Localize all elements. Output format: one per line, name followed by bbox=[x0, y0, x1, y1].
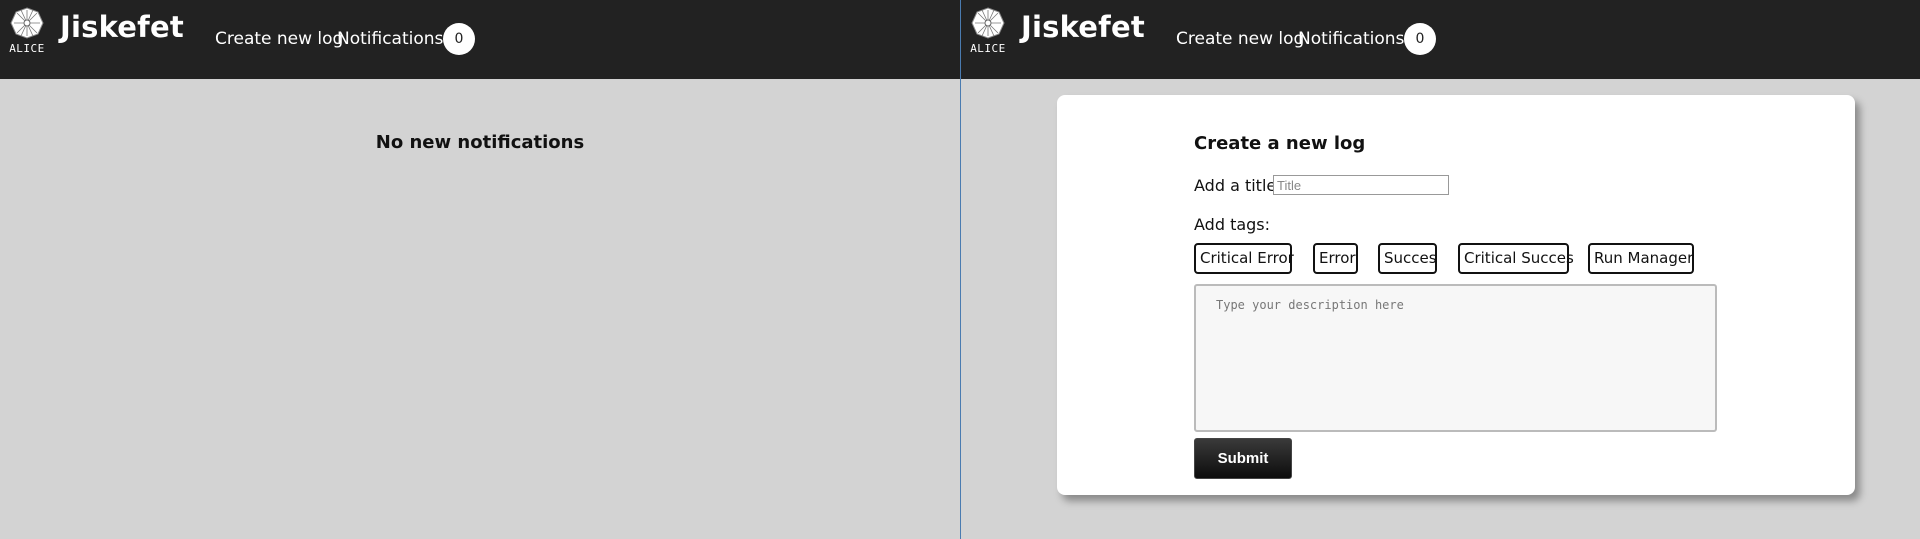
brand-title[interactable]: Jiskefet bbox=[60, 10, 184, 44]
nav-notifications[interactable]: Notifications bbox=[337, 29, 443, 49]
notification-count-badge[interactable]: 0 bbox=[1404, 23, 1436, 55]
tag-error[interactable]: Error bbox=[1313, 243, 1358, 274]
alice-logo-icon bbox=[971, 7, 1005, 39]
tag-critical-succes[interactable]: Critical Succes bbox=[1458, 243, 1574, 274]
description-textarea[interactable] bbox=[1194, 284, 1717, 432]
alice-logo[interactable]: ALICE bbox=[8, 6, 46, 56]
nav-notifications[interactable]: Notifications bbox=[1298, 29, 1404, 49]
tag-succes[interactable]: Succes bbox=[1378, 243, 1437, 274]
navbar: ALICE Jiskefet Create new log Notificati… bbox=[0, 0, 960, 79]
brand-title[interactable]: Jiskefet bbox=[1021, 10, 1145, 44]
alice-logo-icon bbox=[10, 7, 44, 39]
form-heading: Create a new log bbox=[1194, 133, 1366, 154]
create-log-pane: ALICE Jiskefet Create new log Notificati… bbox=[961, 0, 1920, 539]
nav-create-new-log[interactable]: Create new log bbox=[215, 29, 343, 49]
logo-text: ALICE bbox=[970, 42, 1006, 55]
notification-count-badge[interactable]: 0 bbox=[443, 23, 475, 55]
no-notifications-message: No new notifications bbox=[375, 132, 585, 153]
navbar: ALICE Jiskefet Create new log Notificati… bbox=[961, 0, 1920, 79]
title-input[interactable] bbox=[1273, 175, 1449, 195]
submit-button[interactable]: Submit bbox=[1194, 438, 1292, 479]
alice-logo[interactable]: ALICE bbox=[969, 6, 1007, 56]
logo-text: ALICE bbox=[9, 42, 45, 55]
title-label: Add a title: bbox=[1194, 176, 1282, 195]
nav-create-new-log[interactable]: Create new log bbox=[1176, 29, 1304, 49]
notifications-pane: ALICE Jiskefet Create new log Notificati… bbox=[0, 0, 960, 539]
create-log-card: Create a new log Add a title: Add tags: … bbox=[1057, 95, 1855, 495]
tag-critical-error[interactable]: Critical Error bbox=[1194, 243, 1294, 274]
tags-label: Add tags: bbox=[1194, 215, 1271, 234]
tag-run-manager[interactable]: Run Manager bbox=[1588, 243, 1694, 274]
